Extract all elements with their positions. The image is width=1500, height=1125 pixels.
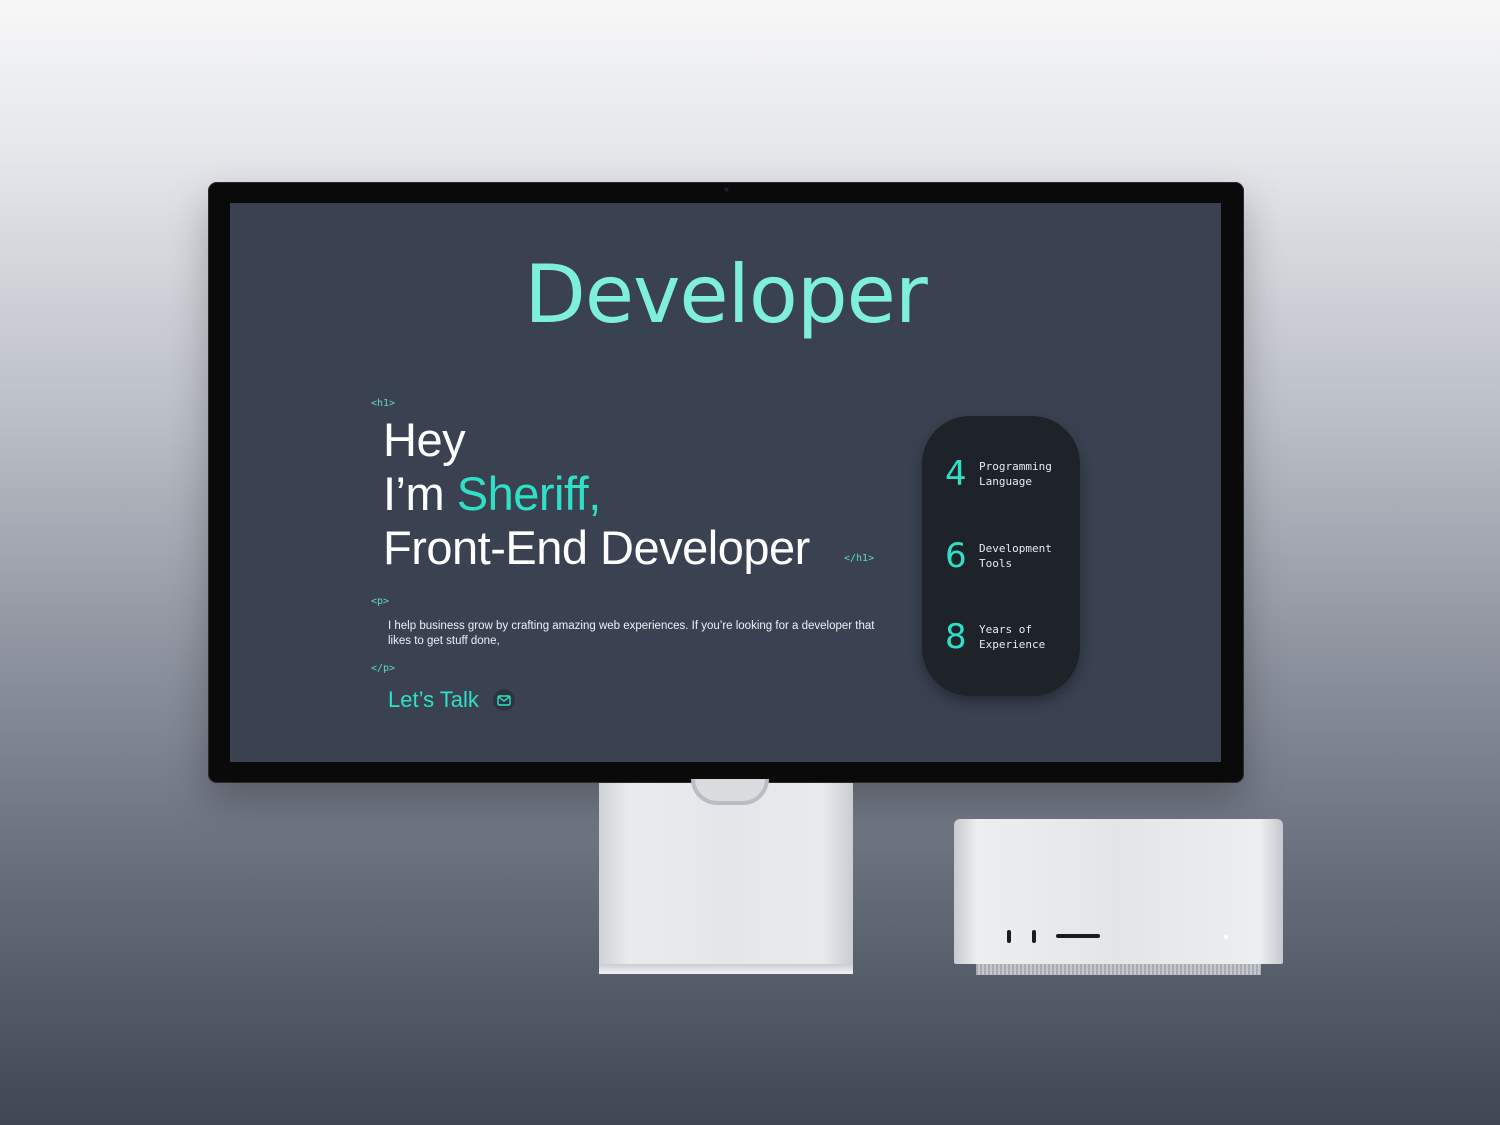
stat-programming-languages: 4 Programming Language	[945, 454, 1069, 494]
power-led-icon	[1224, 935, 1228, 939]
mac-studio-vent	[976, 964, 1261, 975]
p-close-tag: </p>	[371, 663, 396, 674]
stat-value: 8	[945, 617, 967, 657]
lets-talk-button[interactable]: Let’s Talk	[388, 687, 515, 713]
display-stand	[599, 779, 853, 974]
camera-icon	[724, 187, 729, 192]
p-open-tag: <p>	[371, 596, 390, 607]
mail-icon[interactable]	[492, 689, 515, 711]
h1-open-tag: <h1>	[371, 398, 396, 409]
headline-line-1: Hey	[383, 413, 466, 466]
intro-paragraph: I help business grow by crafting amazing…	[388, 620, 875, 647]
sd-card-slot	[1056, 934, 1100, 938]
stand-hinge	[691, 779, 769, 805]
mac-studio	[954, 819, 1283, 975]
stats-card: 4 Programming Language 6 Development Too…	[922, 416, 1080, 696]
stat-value: 4	[945, 454, 967, 494]
display-screen: Developer <h1> Hey I’m Sheriff, Front-En…	[230, 203, 1221, 762]
stat-label: Years of Experience	[979, 623, 1046, 651]
stat-years-experience: 8 Years of Experience	[945, 617, 1069, 657]
stat-value: 6	[945, 536, 967, 576]
usb-c-port	[1007, 930, 1011, 943]
headline-line-3: Front-End Developer	[383, 521, 810, 574]
hero-word: Developer	[524, 248, 927, 341]
stat-label: Programming Language	[979, 460, 1052, 488]
usb-c-port	[1032, 930, 1036, 943]
lets-talk-label: Let’s Talk	[388, 687, 479, 712]
headline: Hey I’m Sheriff, Front-End Developer	[383, 413, 863, 575]
headline-name: Sheriff,	[456, 467, 602, 520]
headline-line-2: I’m Sheriff,	[383, 467, 863, 521]
headline-prefix: I’m	[383, 467, 457, 520]
stat-label: Development Tools	[979, 542, 1052, 570]
stat-development-tools: 6 Development Tools	[945, 536, 1069, 576]
studio-display: Developer <h1> Hey I’m Sheriff, Front-En…	[208, 182, 1244, 783]
h1-close-tag: </h1>	[844, 553, 875, 564]
stand-foot	[599, 964, 853, 974]
